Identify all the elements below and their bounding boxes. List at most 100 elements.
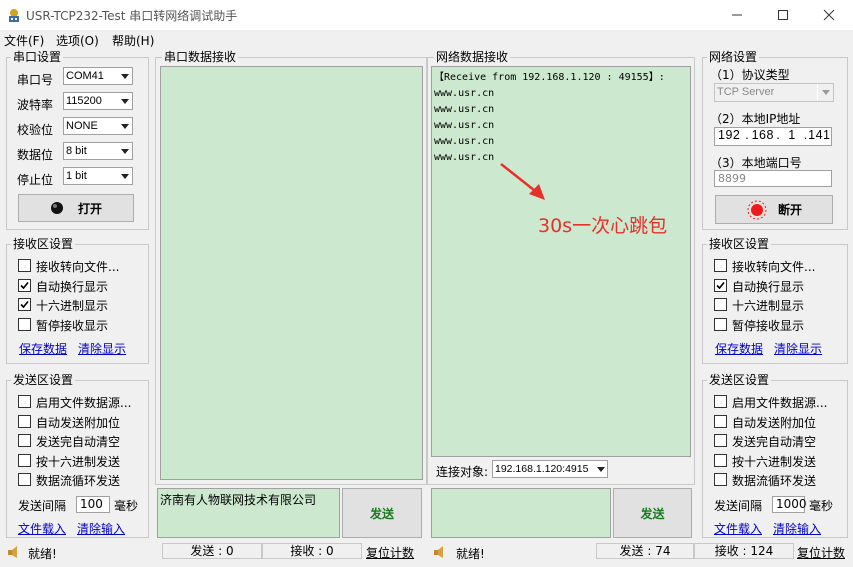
net-receive-title: 网络数据接收 [434, 50, 511, 64]
disconnect-label: 断开 [777, 203, 802, 217]
checkbox[interactable] [714, 473, 727, 486]
checkbox-label[interactable]: 自动发送附加位 [732, 414, 816, 431]
checkbox[interactable] [714, 298, 727, 311]
protocol-label: （1）协议类型 [710, 68, 790, 82]
checkbox[interactable] [714, 453, 727, 467]
checkbox-label[interactable]: 暂停接收显示 [732, 317, 804, 334]
interval-input[interactable]: 1000 [772, 496, 807, 513]
open-port-button[interactable]: 打开 [18, 194, 134, 222]
red-arrow-icon [500, 163, 545, 200]
ip-octet: 141 [808, 128, 831, 142]
checkbox-label[interactable]: 数据流循环发送 [732, 472, 816, 489]
net-send-count: 发送 : 74 [596, 543, 694, 559]
menu-help[interactable]: 帮助(H) [112, 32, 154, 49]
checkbox-label[interactable]: 数据流循环发送 [36, 472, 120, 489]
port-label: 串口号 [17, 73, 54, 87]
checkbox-label[interactable]: 自动换行显示 [36, 278, 108, 295]
interval-label: 发送间隔 [18, 499, 67, 513]
connect-target-label: 连接对象: [436, 465, 489, 479]
chevron-down-icon [116, 168, 132, 184]
checkbox-label[interactable]: 自动发送附加位 [36, 414, 120, 431]
serial-receive-area[interactable] [160, 66, 423, 480]
checkbox[interactable] [18, 395, 31, 408]
speaker-icon [434, 546, 443, 558]
protocol-select[interactable]: TCP Server [714, 83, 834, 102]
receive-line: www.usr.cn [434, 120, 495, 131]
checkbox[interactable] [18, 259, 31, 272]
checkbox-label[interactable]: 按十六进制发送 [36, 453, 120, 470]
checkbox[interactable] [714, 414, 727, 428]
serial-send-count: 发送 : 0 [162, 543, 262, 559]
interval-input[interactable]: 100 [76, 496, 110, 513]
ip-octet: 168 [751, 128, 774, 142]
close-button[interactable] [806, 0, 852, 30]
checkbox-label[interactable]: 暂停接收显示 [36, 317, 108, 334]
left-receive-title: 接收区设置 [11, 237, 76, 251]
checkbox[interactable] [714, 259, 727, 272]
minimize-button[interactable] [714, 0, 760, 30]
stopbits-select[interactable]: 1 bit [63, 167, 133, 185]
net-send-button[interactable]: 发送 [613, 488, 692, 538]
checkbox-label[interactable]: 十六进制显示 [732, 297, 804, 314]
checkbox[interactable] [714, 434, 727, 447]
checkbox[interactable] [18, 414, 31, 428]
port-select[interactable]: COM41 [63, 67, 133, 85]
open-port-label: 打开 [77, 201, 102, 216]
serial-reset-count-button[interactable]: 复位计数 [366, 544, 414, 561]
menu-file[interactable]: 文件(F) [4, 32, 44, 49]
checkbox[interactable] [18, 278, 31, 292]
clear-display-link[interactable]: 清除显示 [774, 340, 822, 357]
net-receive-area[interactable]: 【Receive from 192.168.1.120 : 49155】: ww… [431, 66, 691, 457]
net-reset-count-button[interactable]: 复位计数 [797, 544, 845, 561]
parity-label: 校验位 [17, 123, 54, 137]
chevron-down-icon [116, 143, 132, 159]
checkbox-label[interactable]: 接收转向文件... [732, 258, 815, 275]
checkmark-icon [20, 281, 29, 289]
serial-send-input[interactable]: 济南有人物联网技术有限公司 [157, 488, 340, 538]
parity-select[interactable]: NONE [63, 117, 133, 135]
databits-select[interactable]: 8 bit [63, 142, 133, 160]
checkbox-label[interactable]: 启用文件数据源... [732, 394, 827, 411]
serial-receive-title: 串口数据接收 [162, 50, 239, 64]
checkbox[interactable] [714, 278, 727, 292]
checkbox-label[interactable]: 启用文件数据源... [36, 394, 131, 411]
chevron-down-icon [116, 118, 132, 134]
interval-label: 发送间隔 [714, 499, 763, 513]
chevron-down-icon [817, 84, 833, 100]
connect-target-select[interactable]: 192.168.1.120:4915 [492, 460, 608, 478]
baud-select[interactable]: 115200 [63, 92, 133, 110]
menu-options[interactable]: 选项(O) [56, 32, 99, 49]
checkbox-label[interactable]: 发送完自动清空 [732, 433, 816, 450]
checkbox[interactable] [18, 298, 31, 311]
clear-display-link[interactable]: 清除显示 [78, 340, 126, 357]
chevron-down-icon [594, 461, 607, 477]
checkbox-label[interactable]: 按十六进制发送 [732, 453, 816, 470]
file-load-link[interactable]: 文件载入 [18, 520, 66, 537]
local-ip-field[interactable]: 192. 168. 1. 141 [714, 127, 832, 146]
net-send-input[interactable] [431, 488, 611, 538]
clear-input-link[interactable]: 清除输入 [77, 520, 125, 537]
checkbox-label[interactable]: 自动换行显示 [732, 278, 804, 295]
checkbox[interactable] [18, 453, 31, 467]
checkmark-icon [20, 300, 29, 309]
file-load-link[interactable]: 文件载入 [714, 520, 762, 537]
status-ready: 就绪! [456, 547, 485, 561]
checkbox[interactable] [18, 317, 31, 331]
save-data-link[interactable]: 保存数据 [19, 340, 67, 357]
checkbox[interactable] [714, 317, 727, 331]
checkbox-label[interactable]: 接收转向文件... [36, 258, 119, 275]
checkbox[interactable] [18, 473, 31, 486]
checkbox-label[interactable]: 十六进制显示 [36, 297, 108, 314]
checkbox-label[interactable]: 发送完自动清空 [36, 433, 120, 450]
clear-input-link[interactable]: 清除输入 [773, 520, 821, 537]
maximize-button[interactable] [760, 0, 806, 30]
local-port-input[interactable]: 8899 [714, 170, 832, 187]
save-data-link[interactable]: 保存数据 [715, 340, 763, 357]
checkbox[interactable] [18, 434, 31, 447]
disconnect-button[interactable]: 断开 [715, 195, 833, 224]
receive-line: www.usr.cn [434, 88, 495, 99]
app-icon [6, 7, 22, 23]
serial-send-button[interactable]: 发送 [342, 488, 422, 538]
checkbox[interactable] [714, 395, 727, 408]
left-send-title: 发送区设置 [11, 373, 76, 387]
